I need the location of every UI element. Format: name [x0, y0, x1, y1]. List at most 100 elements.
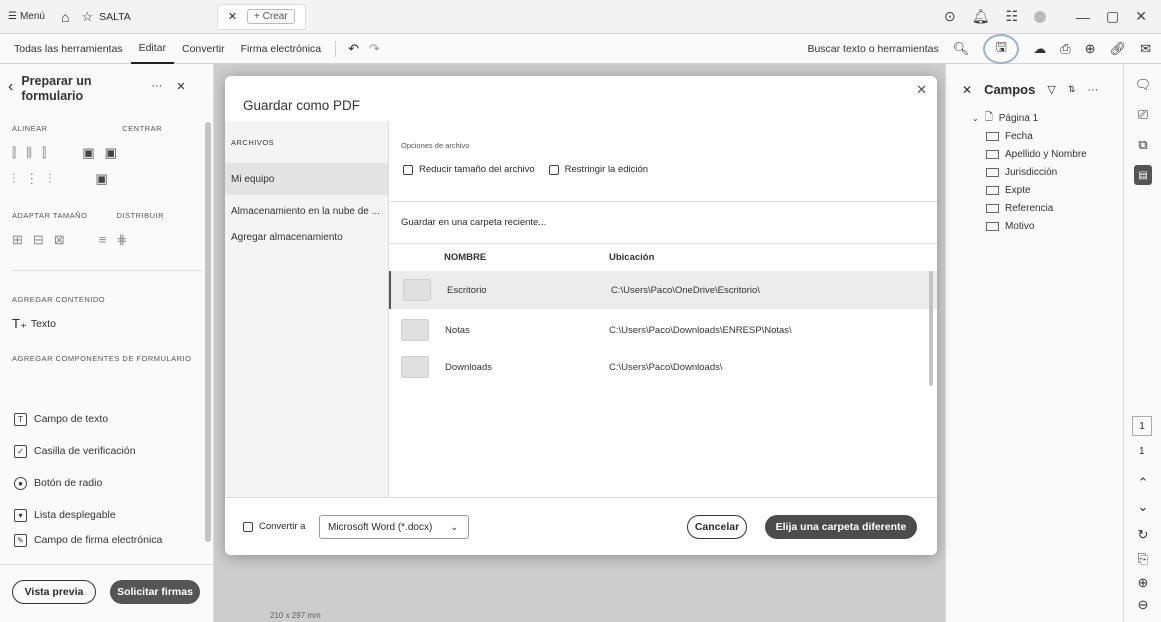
panel-scrollbar[interactable] — [205, 122, 211, 542]
save-button[interactable]: 🖫 — [983, 33, 1020, 64]
format-select[interactable]: Microsoft Word (*.docx) ⌄ — [319, 515, 469, 539]
back-icon[interactable]: ‹ — [8, 78, 13, 96]
document-title: SALTA — [99, 10, 131, 23]
mail-icon[interactable]: ✉ — [1140, 41, 1151, 57]
link-icon[interactable]: 🔗︎ — [1110, 41, 1127, 57]
component-label: Casilla de verificación — [34, 445, 136, 457]
form-fields-icon[interactable]: ▤ — [1124, 160, 1161, 190]
location-cloud[interactable]: Almacenamiento en la nube de ... — [225, 195, 388, 227]
align-row-1: ⫿ ⫼ ⫿ ▣ ▣ — [12, 145, 192, 161]
avatar[interactable] — [1034, 10, 1047, 23]
close-panel-icon[interactable]: ✕ — [176, 80, 185, 93]
redo-icon[interactable]: ↷ — [369, 41, 380, 57]
page-down-icon[interactable]: ⌄ — [1124, 492, 1161, 522]
apps-icon[interactable]: ☷ — [1005, 8, 1018, 25]
preview-button[interactable]: Vista previa — [12, 580, 96, 604]
field-item[interactable]: Motivo — [946, 217, 1123, 235]
toolbar-divider — [335, 40, 337, 57]
component-signature[interactable]: ✎ Campo de firma electrónica — [0, 532, 214, 548]
field-item[interactable]: Expte — [946, 181, 1123, 199]
document-tab[interactable]: ✕ + Crear — [216, 3, 306, 30]
filter-icon[interactable]: ▽ — [1047, 83, 1055, 96]
distribute-horizontal-icon[interactable]: ≡ — [99, 232, 107, 248]
tool-convert[interactable]: Convertir — [174, 34, 233, 64]
menu-button[interactable]: ☰ Menú — [8, 11, 45, 22]
new-tab-button[interactable]: + Crear — [247, 9, 295, 24]
folder-list-scrollbar[interactable] — [929, 271, 933, 386]
copy-icon[interactable]: ⧉ — [1124, 130, 1161, 160]
zoom-out-icon[interactable]: ⊖ — [1124, 590, 1161, 620]
folder-row[interactable]: Notas C:\Users\Paco\Downloads\ENRESP\Not… — [389, 311, 937, 349]
align-left-icon[interactable]: ⫿ — [12, 145, 16, 161]
minimize-icon[interactable]: — — [1076, 9, 1090, 25]
component-checkbox[interactable]: ✓ Casilla de verificación — [0, 438, 214, 464]
location-add-storage[interactable]: Agregar almacenamiento — [225, 227, 388, 247]
recent-folder-label: Guardar en una carpeta reciente... — [401, 217, 547, 228]
sort-icon[interactable]: ⇅ — [1068, 84, 1076, 95]
location-my-computer[interactable]: Mi equipo — [225, 163, 388, 195]
close-fields-icon[interactable]: ✕ — [962, 83, 972, 97]
notifications-icon[interactable]: 🔔︎ — [972, 8, 990, 25]
maximize-icon[interactable]: ▢ — [1106, 8, 1119, 25]
help-icon[interactable]: ⊙ — [944, 8, 956, 25]
folder-row[interactable]: Escritorio C:\Users\Paco\OneDrive\Escrit… — [389, 271, 937, 309]
more-fields-icon[interactable]: ··· — [1087, 84, 1098, 96]
choose-folder-button[interactable]: Elija una carpeta diferente — [765, 515, 917, 539]
close-window-icon[interactable]: ✕ — [1135, 8, 1147, 25]
match-both-icon[interactable]: ⊠ — [54, 232, 65, 248]
more-options-icon[interactable]: ··· — [151, 80, 162, 92]
search-icon[interactable]: 🔍︎ — [953, 41, 970, 57]
fields-title: Campos — [984, 82, 1036, 97]
tool-edit[interactable]: Editar — [130, 34, 174, 64]
center-horizontal-icon[interactable]: ▣ — [82, 145, 94, 161]
text-tool[interactable]: T₊ Texto — [12, 316, 192, 332]
zoom-tool-icon[interactable]: ⊕ — [1085, 41, 1096, 57]
undo-icon[interactable]: ↶ — [348, 41, 359, 57]
component-dropdown[interactable]: ▾ Lista desplegable — [0, 502, 214, 528]
component-text-field[interactable]: T Campo de texto — [0, 406, 214, 432]
page-label: Página 1 — [998, 112, 1039, 124]
convert-checkbox[interactable] — [243, 522, 253, 532]
comment-icon[interactable]: 🗨︎ — [1124, 70, 1161, 100]
section-center: CENTRAR — [122, 124, 162, 133]
align-middle-icon[interactable]: ⋮ — [25, 171, 38, 187]
storage-sidebar: ARCHIVOS Mi equipo Almacenamiento en la … — [225, 121, 389, 497]
cancel-button[interactable]: Cancelar — [687, 515, 747, 539]
section-distribute: DISTRIBUIR — [116, 211, 164, 220]
tool-all-tools[interactable]: Todas las herramientas — [6, 34, 131, 64]
page-node[interactable]: ⌄ 🗋 Página 1 — [946, 109, 1123, 127]
restrict-edit-checkbox[interactable] — [548, 164, 559, 175]
annotate-icon[interactable]: ⎚ — [1124, 100, 1161, 130]
match-height-icon[interactable]: ⊟ — [33, 232, 44, 248]
align-center-icon[interactable]: ⫼ — [26, 145, 32, 161]
save-icon: 🖫 — [995, 38, 1007, 54]
request-signatures-button[interactable]: Solicitar firmas — [110, 580, 200, 604]
align-top-icon[interactable]: ⫶ — [12, 171, 15, 187]
dialog-footer: Convertir a Microsoft Word (*.docx) ⌄ Ca… — [225, 497, 937, 555]
size-row: ⊞ ⊟ ⊠ ≡ ⋕ — [12, 232, 192, 248]
field-item[interactable]: Fecha — [946, 127, 1123, 145]
folder-row[interactable]: Downloads C:\Users\Paco\Downloads\ — [389, 348, 937, 386]
dropdown-icon: ▾ — [14, 508, 27, 522]
folder-icon — [401, 319, 429, 341]
match-width-icon[interactable]: ⊞ — [12, 232, 23, 248]
upload-cloud-icon[interactable]: ☁ — [1033, 41, 1046, 57]
close-tab-icon[interactable]: ✕ — [228, 10, 237, 23]
center-vertical-icon[interactable]: ▣ — [105, 145, 117, 161]
close-dialog-icon[interactable]: ✕ — [916, 82, 927, 98]
component-radio[interactable]: ● Botón de radio — [0, 470, 214, 496]
distribute-vertical-icon[interactable]: ⋕ — [116, 232, 127, 248]
field-item[interactable]: Referencia — [946, 199, 1123, 217]
center-both-icon[interactable]: ▣ — [96, 171, 108, 187]
star-icon[interactable]: ☆ — [81, 9, 93, 25]
home-icon[interactable]: ⌂ — [61, 9, 69, 25]
print-icon[interactable]: ⎙ — [1060, 41, 1070, 57]
align-right-icon[interactable]: ⫿ — [42, 145, 46, 161]
align-bottom-icon[interactable]: ⫶ — [48, 171, 51, 187]
field-item[interactable]: Jurisdicción — [946, 163, 1123, 181]
reduce-size-checkbox[interactable] — [403, 164, 413, 175]
find-tools-input[interactable]: Buscar texto o herramientas — [807, 43, 938, 55]
tool-esign[interactable]: Firma electrónica — [233, 34, 330, 64]
page-number-input[interactable]: 1 — [1132, 416, 1152, 436]
field-item[interactable]: Apellido y Nombre — [946, 145, 1123, 163]
